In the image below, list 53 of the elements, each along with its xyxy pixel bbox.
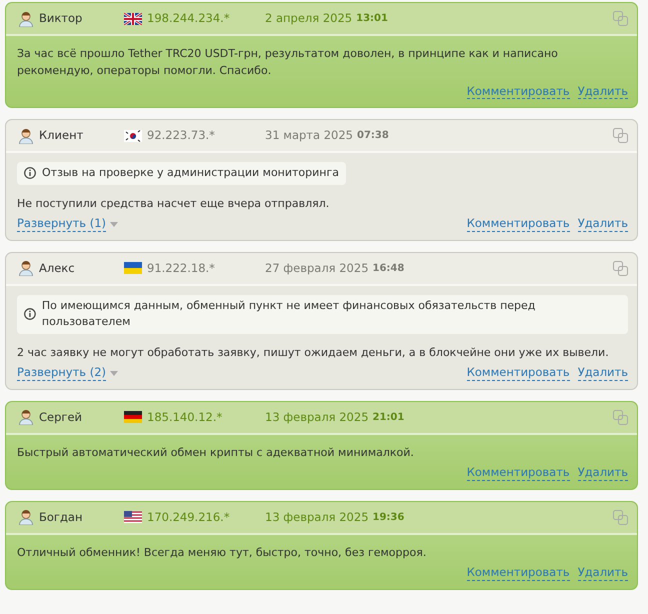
caret-icon [110, 370, 118, 377]
ip-address: 91.222.18.* [147, 260, 216, 277]
review-text: Не поступили средства насчет еще вчера отправлял. [17, 196, 330, 212]
copy-icon[interactable] [613, 260, 628, 276]
ip-address: 185.140.12.* [147, 408, 224, 426]
comment-link[interactable]: Комментировать [466, 217, 570, 232]
copy-icon[interactable] [613, 128, 628, 144]
comment-link[interactable]: Комментировать [466, 366, 570, 382]
user-icon [18, 509, 34, 526]
delete-link[interactable]: Удалить [578, 466, 628, 482]
delete-link[interactable]: Удалить [578, 566, 628, 582]
review-text: За час всё прошло Tether TRC20 USDT-грн, результатом доволен, в принципе как и написано рекомендую, операторы помогли. Спасибо. [17, 46, 559, 80]
review-time: 21:01 [372, 410, 404, 425]
delete-link[interactable]: Удалить [578, 217, 628, 232]
ip-address: 170.249.216.* [147, 508, 231, 526]
expand-link[interactable]: Развернуть (2) [17, 366, 106, 382]
author-name: Клиент [39, 126, 84, 144]
notice-text: Отзыв на проверке у администрации мониторинга [42, 165, 340, 182]
review-time: 07:38 [356, 129, 389, 144]
copy-icon[interactable] [613, 510, 628, 525]
review-date: 27 февраля 2025 [265, 260, 369, 277]
review-text: Быстрый автоматический обмен крипты с адекватной минималкой. [17, 444, 415, 461]
review-date: 13 февраля 2025 [265, 408, 369, 426]
user-icon [18, 10, 34, 26]
copy-icon[interactable] [613, 410, 628, 425]
review-time: 13:01 [356, 12, 388, 26]
ip-address: 92.223.73.* [147, 126, 216, 144]
review-date: 31 марта 2025 [265, 126, 353, 144]
caret-icon [110, 222, 118, 228]
review-time: 16:48 [372, 262, 404, 276]
expand-link[interactable]: Развернуть (1) [17, 217, 106, 232]
author-name: Виктор [39, 10, 84, 27]
review-text: 2 час заявку не могут обработать заявку, пишут ожидаем деньги, а в блокчейне они уже их вывели. [17, 344, 610, 361]
delete-link[interactable]: Удалить [578, 366, 628, 382]
comment-link[interactable]: Комментировать [466, 84, 570, 100]
ip-address: 198.244.234.* [147, 10, 231, 27]
comment-link[interactable]: Комментировать [466, 566, 570, 582]
notice-text: По имеющимся данным, обменный пункт не имеет финансовых обязательств перед пользователем [42, 298, 536, 330]
review-date: 13 февраля 2025 [265, 508, 369, 526]
comment-link[interactable]: Комментировать [466, 466, 570, 482]
copy-icon[interactable] [613, 11, 628, 26]
info-icon [24, 167, 36, 180]
user-icon [18, 409, 34, 426]
author-name: Сергей [39, 408, 83, 426]
author-name: Алекс [39, 260, 76, 277]
review-date: 2 апреля 2025 [265, 10, 352, 27]
review-text: Отличный обменник! Всегда меняю тут, быстро, точно, без геморроя. [17, 544, 428, 561]
user-icon [18, 260, 34, 276]
info-icon [24, 308, 36, 320]
author-name: Богдан [39, 508, 84, 526]
delete-link[interactable]: Удалить [578, 84, 628, 100]
user-icon [18, 128, 34, 144]
review-time: 19:36 [372, 510, 404, 525]
